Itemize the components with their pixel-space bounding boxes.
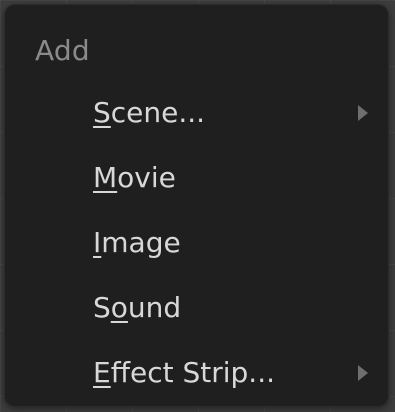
menu-item-sound[interactable]: Sound xyxy=(15,278,379,338)
menu-item-label: Scene... xyxy=(93,96,206,129)
menu-item-image[interactable]: Image xyxy=(15,213,379,273)
mnemonic-underline: o xyxy=(110,291,128,324)
mnemonic-underline: S xyxy=(93,96,111,129)
menu-item-label: Movie xyxy=(93,161,176,194)
menu-item-label: Sound xyxy=(93,291,182,324)
triangle-right-icon xyxy=(358,365,368,381)
menu-item-label: Effect Strip... xyxy=(93,356,276,389)
mnemonic-underline: M xyxy=(93,161,118,194)
menu-title: Add xyxy=(35,34,90,67)
triangle-right-icon xyxy=(358,105,368,121)
add-menu: Add Scene... Movie Image Sound Effect St… xyxy=(5,5,388,406)
menu-item-movie[interactable]: Movie xyxy=(15,148,379,208)
menu-item-label: Image xyxy=(93,226,181,259)
mnemonic-underline: E xyxy=(93,356,111,389)
menu-item-effect-strip[interactable]: Effect Strip... xyxy=(15,343,379,403)
menu-item-scene[interactable]: Scene... xyxy=(15,83,379,143)
